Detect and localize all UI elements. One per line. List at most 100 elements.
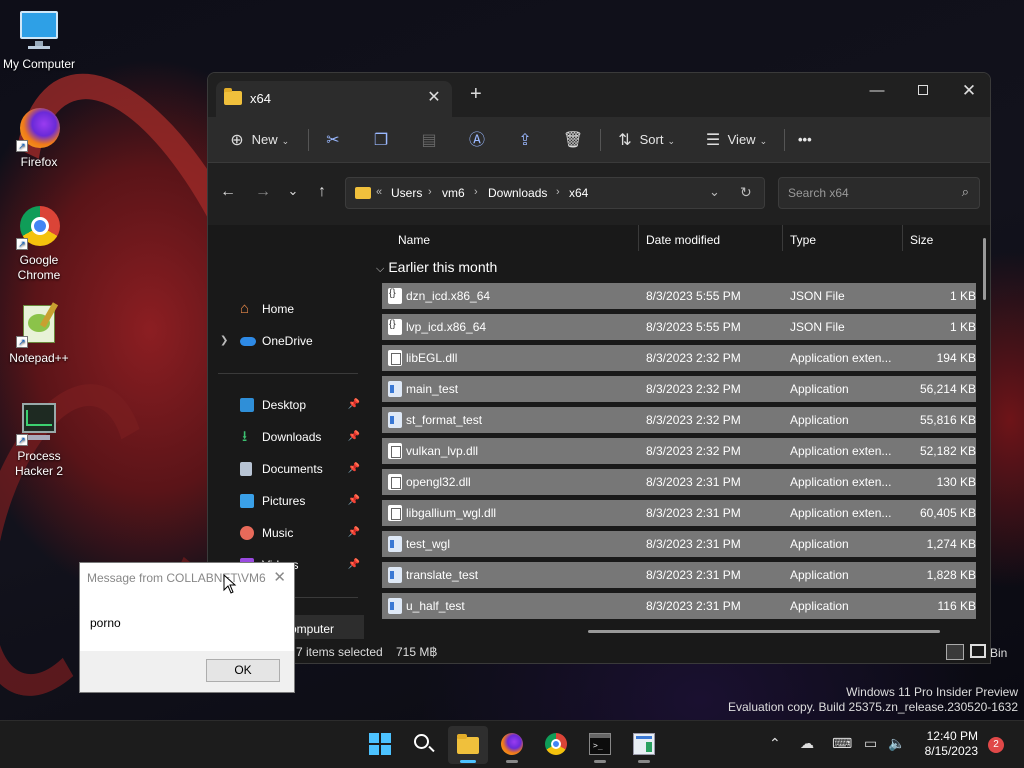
- chevron-down-icon[interactable]: ⌄: [709, 184, 720, 200]
- taskbar-firefox[interactable]: [492, 726, 532, 764]
- address-bar[interactable]: « Users › vm6 › Downloads › x64 ⌄ ↻: [345, 177, 765, 209]
- maximize-button[interactable]: [900, 77, 946, 107]
- desktop-icon-notepadpp[interactable]: ↗ Notepad++: [1, 302, 77, 366]
- divider[interactable]: [782, 225, 783, 251]
- minimize-button[interactable]: —: [854, 77, 900, 107]
- file-size: 130 KB: [936, 475, 976, 489]
- dll-file-icon: [388, 443, 402, 459]
- close-tab-icon[interactable]: ✕: [424, 87, 444, 107]
- desktop-icon-label: Firefox: [20, 155, 58, 169]
- taskbar-terminal[interactable]: >_: [580, 726, 620, 764]
- column-type[interactable]: Type: [790, 233, 816, 247]
- cut-button[interactable]: ✂: [322, 125, 344, 155]
- volume-icon[interactable]: 🔈: [888, 735, 905, 752]
- clock[interactable]: 12:40 PM 8/15/2023: [916, 729, 978, 759]
- column-date-modified[interactable]: Date modified: [646, 233, 720, 247]
- breadcrumb-overflow[interactable]: «: [376, 186, 382, 198]
- file-row[interactable]: libgallium_wgl.dll 8/3/2023 2:31 PM Applic…: [382, 500, 976, 526]
- close-window-button[interactable]: ✕: [946, 77, 990, 107]
- file-row[interactable]: main_test 8/3/2023 2:32 PM Application 56,2…: [382, 376, 976, 402]
- paste-icon: ▤: [421, 131, 437, 149]
- cloud-offline-icon[interactable]: ☁: [800, 735, 814, 752]
- forward-arrow-icon[interactable]: →: [251, 183, 275, 201]
- up-arrow-icon[interactable]: ↑: [310, 183, 334, 201]
- breadcrumb-downloads[interactable]: Downloads: [488, 186, 547, 200]
- tab-x64[interactable]: x64 ✕: [216, 81, 452, 117]
- desktop-icon-firefox[interactable]: ↗ Firefox: [1, 106, 77, 170]
- sidebar-item-documents[interactable]: Documents 📌: [218, 455, 364, 483]
- breadcrumb-users[interactable]: Users: [391, 186, 422, 200]
- delete-button[interactable]: 🗑: [562, 125, 584, 155]
- details-view-icon[interactable]: [946, 644, 964, 660]
- chevron-down-icon: ⌵: [376, 263, 385, 275]
- file-row[interactable]: u_half_test 8/3/2023 2:31 PM Application 11…: [382, 593, 976, 619]
- sidebar-item-home[interactable]: ⌂ Home: [218, 295, 364, 323]
- dialog-message: porno: [90, 616, 121, 630]
- rename-button[interactable]: Ⓐ: [466, 125, 488, 155]
- ok-button[interactable]: OK: [206, 659, 280, 682]
- start-button[interactable]: [360, 726, 400, 764]
- application-file-icon: [388, 536, 402, 552]
- sidebar-item-desktop[interactable]: Desktop 📌: [218, 391, 364, 419]
- desktop-icon-my-computer[interactable]: My Computer: [1, 8, 77, 72]
- file-row[interactable]: vulkan_lvp.dll 8/3/2023 2:32 PM Applicatio…: [382, 438, 976, 464]
- network-icon[interactable]: ▭: [864, 735, 877, 752]
- column-name[interactable]: Name: [398, 233, 430, 247]
- chevron-up-icon[interactable]: ⌃: [769, 735, 781, 752]
- desktop-icon-chrome[interactable]: ↗ Google Chrome: [1, 204, 77, 283]
- column-size[interactable]: Size: [910, 233, 933, 247]
- more-options-button[interactable]: •••: [798, 125, 812, 155]
- sidebar-item-pictures[interactable]: Pictures 📌: [218, 487, 364, 515]
- copy-button[interactable]: ❐: [370, 125, 392, 155]
- file-date: 8/3/2023 2:32 PM: [646, 382, 741, 396]
- file-row[interactable]: st_format_test 8/3/2023 2:32 PM Applicatio…: [382, 407, 976, 433]
- running-indicator: [594, 760, 606, 763]
- chevron-right-icon[interactable]: ❯: [220, 327, 228, 355]
- file-row[interactable]: translate_test 8/3/2023 2:31 PM Applicatio…: [382, 562, 976, 588]
- file-row[interactable]: libEGL.dll 8/3/2023 2:32 PM Application ex…: [382, 345, 976, 371]
- sort-button[interactable]: ⇅ Sort ⌄: [614, 125, 675, 155]
- notification-badge[interactable]: 2: [988, 737, 1004, 753]
- file-row[interactable]: test_wgl 8/3/2023 2:31 PM Application 1,274…: [382, 531, 976, 557]
- new-button[interactable]: ⊕ New ⌄: [226, 125, 289, 155]
- sidebar-item-onedrive[interactable]: ❯ OneDrive: [218, 327, 364, 355]
- taskbar-app[interactable]: [624, 726, 664, 764]
- desktop-icon-label: My Computer: [2, 57, 76, 71]
- application-file-icon: [388, 381, 402, 397]
- vertical-scrollbar[interactable]: [983, 238, 986, 300]
- search-button[interactable]: [404, 726, 444, 764]
- chevron-right-icon: ›: [556, 186, 560, 198]
- divider[interactable]: [902, 225, 903, 251]
- group-header[interactable]: ⌵ Earlier this month: [376, 259, 497, 276]
- breadcrumb-x64[interactable]: x64: [569, 186, 588, 200]
- desktop-icon-label: Notepad++: [9, 351, 69, 365]
- breadcrumb-vm6[interactable]: vm6: [442, 186, 465, 200]
- divider[interactable]: [638, 225, 639, 251]
- file-type: Application: [790, 599, 849, 613]
- title-bar[interactable]: x64 ✕ + — ✕: [208, 73, 990, 117]
- sidebar-item-music[interactable]: Music 📌: [218, 519, 364, 547]
- file-row[interactable]: lvp_icd.x86_64 8/3/2023 5:55 PM JSON File 1…: [382, 314, 976, 340]
- keyboard-icon[interactable]: ⌨: [832, 735, 852, 752]
- taskbar-file-explorer[interactable]: [448, 726, 488, 764]
- refresh-icon[interactable]: ↻: [740, 184, 752, 201]
- horizontal-scrollbar[interactable]: [588, 630, 940, 633]
- file-row[interactable]: dzn_icd.x86_64 8/3/2023 5:55 PM JSON File 1…: [382, 283, 976, 309]
- share-button[interactable]: ⇪: [514, 125, 536, 155]
- view-button[interactable]: ☰ View ⌄: [702, 125, 767, 155]
- recent-chevron-icon[interactable]: ⌄: [281, 183, 305, 199]
- file-size: 1 KB: [949, 320, 976, 334]
- tiles-view-icon[interactable]: [970, 644, 986, 658]
- paste-button[interactable]: ▤: [418, 125, 440, 155]
- back-arrow-icon[interactable]: ←: [216, 183, 240, 201]
- desktop-icon-process-hacker[interactable]: ↗ Process Hacker 2: [1, 400, 77, 479]
- chevron-right-icon: ›: [474, 186, 478, 198]
- file-row[interactable]: opengl32.dll 8/3/2023 2:31 PM Application …: [382, 469, 976, 495]
- sidebar-item-label: Downloads: [262, 430, 322, 444]
- taskbar-chrome[interactable]: [536, 726, 576, 764]
- close-icon[interactable]: ✕: [273, 568, 286, 586]
- search-input[interactable]: Search x64 ⌕: [778, 177, 980, 209]
- new-tab-button[interactable]: +: [470, 83, 482, 106]
- sidebar-item-downloads[interactable]: ⭳ Downloads 📌: [218, 423, 364, 451]
- dialog-title[interactable]: Message from COLLABNET\VM6: [80, 563, 294, 591]
